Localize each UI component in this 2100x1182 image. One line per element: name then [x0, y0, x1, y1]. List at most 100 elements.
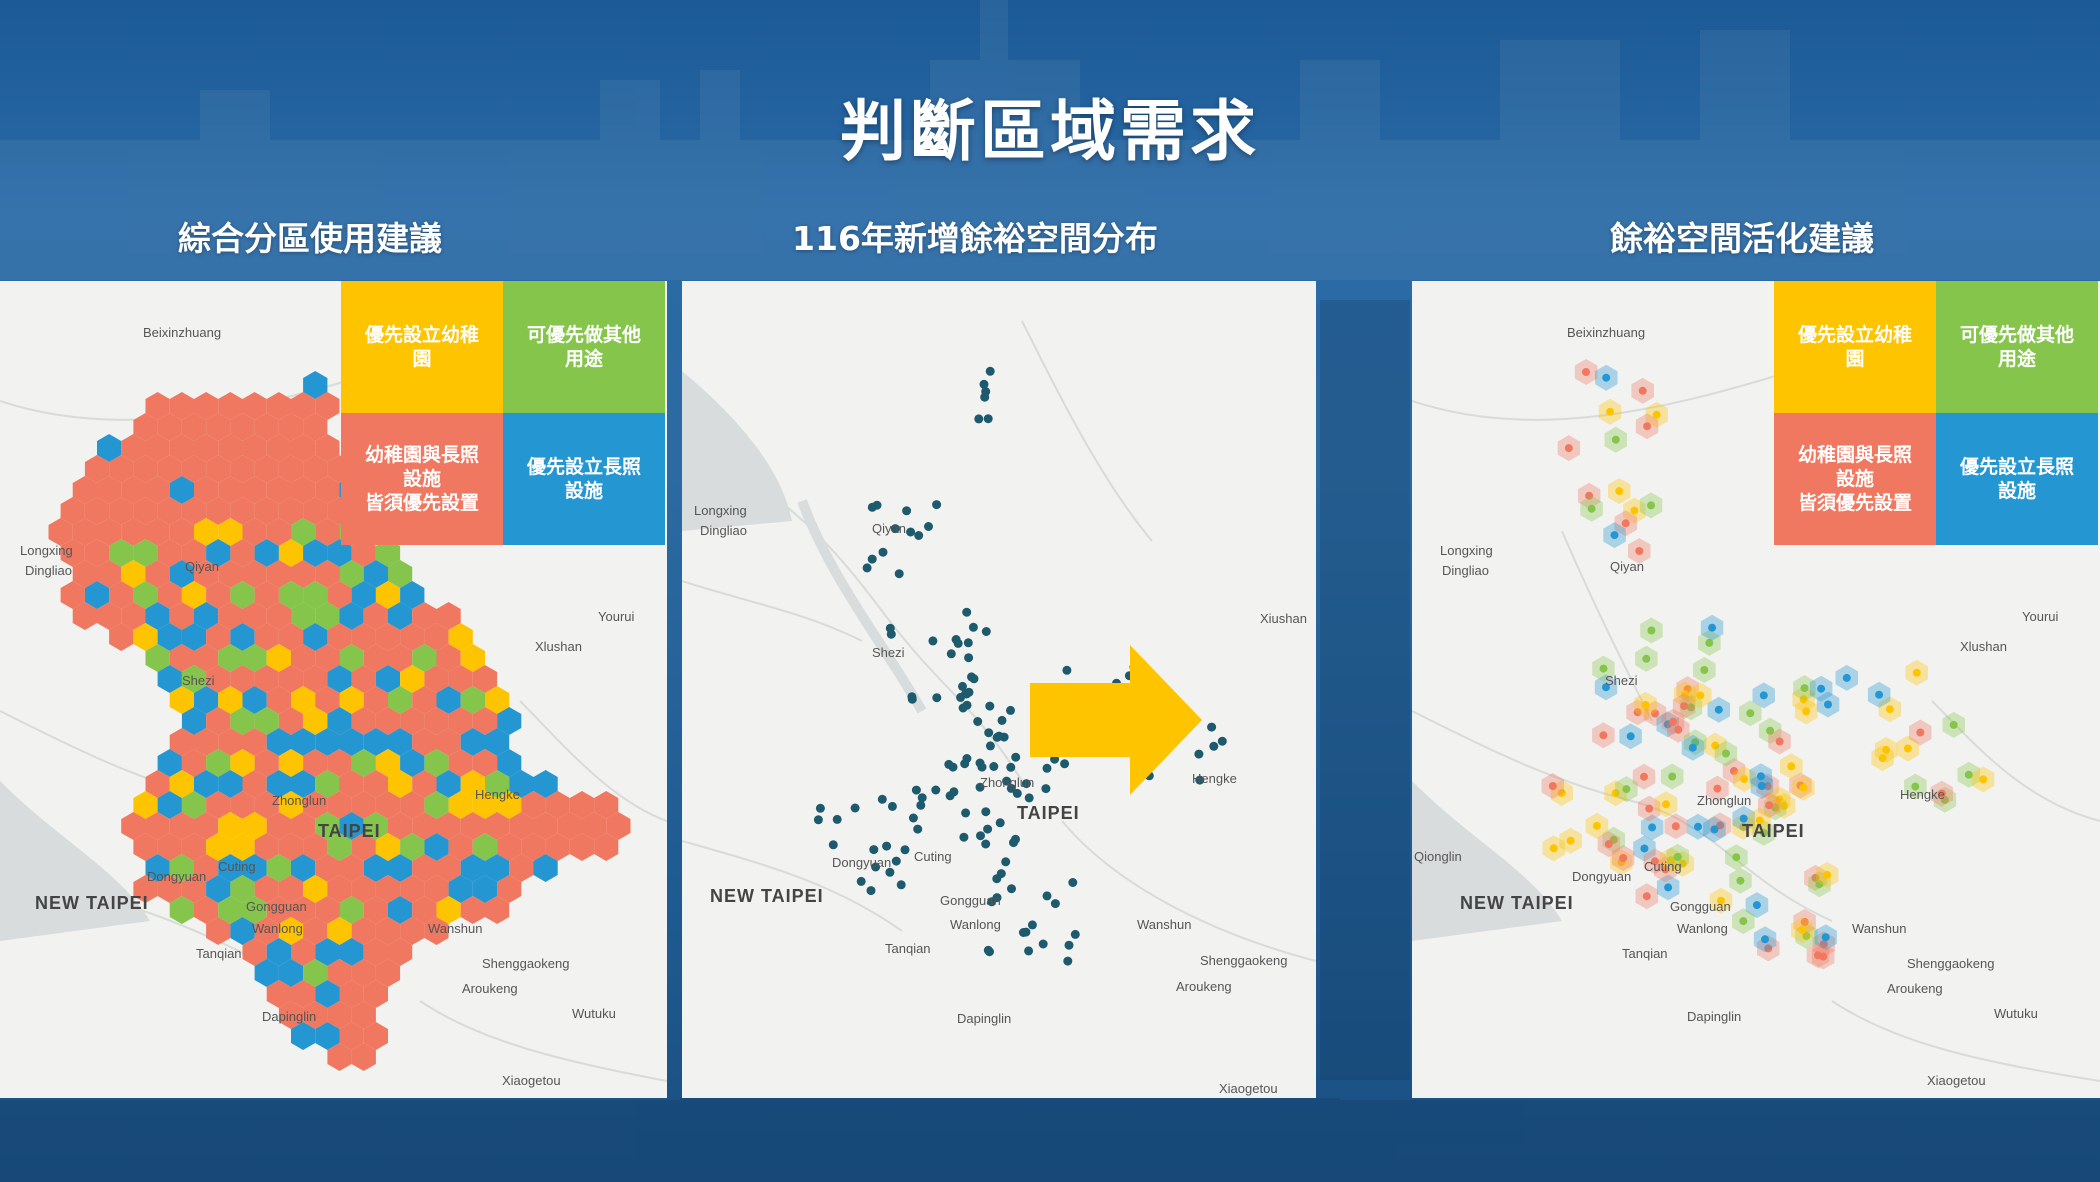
place-label: Cuting: [218, 859, 256, 874]
activation-dot: [1680, 702, 1689, 711]
place-label: Dongyuan: [1572, 869, 1632, 884]
activation-dot: [1732, 853, 1741, 862]
place-label: Wanlong: [950, 917, 1001, 932]
activation-dot: [1599, 731, 1608, 740]
activation-dot: [1964, 770, 1973, 779]
activation-dot: [1740, 775, 1749, 784]
activation-dot: [1799, 783, 1808, 792]
activation-dot: [1638, 386, 1647, 395]
vacant-space-dot: [886, 629, 896, 639]
place-label: Tanqian: [885, 941, 931, 956]
place-label-taipei: TAIPEI: [318, 821, 381, 841]
vacant-space-dot: [894, 569, 904, 579]
place-label: Hengke: [475, 787, 520, 802]
activation-dot: [1635, 547, 1644, 555]
activation-dot: [1592, 821, 1601, 830]
vacant-space-dot: [980, 392, 990, 402]
vacant-space-dot: [968, 622, 978, 632]
place-label: Dapinglin: [957, 1011, 1012, 1026]
vacant-space-dot: [931, 785, 941, 795]
vacant-space-dot: [984, 728, 994, 738]
vacant-space-dot: [944, 759, 954, 769]
activation-dot: [1611, 435, 1620, 444]
vacant-space-dot: [928, 636, 938, 646]
arrow-right-icon: [1030, 645, 1202, 795]
map-basemap: [682, 320, 1316, 966]
activation-dot: [1842, 673, 1851, 682]
activation-dot: [1587, 504, 1596, 513]
vacant-space-dot: [1050, 899, 1060, 909]
place-label: Aroukeng: [462, 981, 518, 996]
activation-dot: [1548, 782, 1557, 790]
vacant-space-dot: [882, 841, 892, 851]
legend-kindergarten: 優先設立幼稚 園: [341, 281, 503, 413]
activation-dot: [1582, 368, 1590, 376]
activation-dot: [1566, 836, 1575, 845]
vacant-space-dot: [1064, 940, 1074, 950]
activation-dot: [1775, 737, 1784, 746]
activation-dot: [1564, 444, 1573, 453]
activation-dot: [1979, 775, 1988, 784]
vacant-space-dot: [962, 607, 972, 617]
legend-long-term-care: 優先設立長照 設施: [503, 413, 665, 545]
vacant-space-dot: [1063, 956, 1073, 966]
activation-dot: [1630, 506, 1639, 515]
place-label: Gongguan: [246, 899, 307, 914]
activation-dot: [1610, 531, 1619, 540]
vacant-space-dot: [1217, 736, 1227, 746]
vacant-space-dot: [983, 414, 993, 424]
activation-dot: [1643, 422, 1652, 431]
vacant-space-dot: [976, 831, 985, 841]
legend-kindergarten: 優先設立幼稚 園: [1774, 281, 1936, 413]
place-label: Dongyuan: [147, 869, 207, 884]
activation-dot: [1787, 762, 1796, 771]
vacant-space-dot: [906, 527, 916, 537]
vacant-space-dot: [959, 832, 969, 842]
place-label: Wanshun: [428, 921, 483, 936]
activation-dot: [1761, 935, 1769, 944]
zoning-suggestion-map[interactable]: Beixinzhuang Longxing Dingliao Qiyan She…: [0, 281, 667, 1098]
place-label: Wanlong: [1677, 921, 1728, 936]
activation-dot: [1823, 870, 1832, 879]
panel-right-subtitle: 餘裕空間活化建議: [1610, 219, 1874, 258]
page-title: 判斷區域需求: [840, 93, 1260, 170]
place-label: Shezi: [182, 673, 215, 688]
vacant-space-dot: [1011, 834, 1020, 844]
activation-dot: [1800, 684, 1809, 693]
vacant-space-activation-map[interactable]: Beixinzhuang Longxing Dingliao Qiyan She…: [1412, 281, 2100, 1098]
vacant-space-dot: [908, 813, 918, 823]
vacant-space-dot: [907, 694, 917, 704]
place-label: Tanqian: [196, 946, 242, 961]
place-label: Shenggaokeng: [482, 956, 570, 971]
vacant-space-distribution-map[interactable]: Longxing Dingliao Qiyan Shezi Zhonglun T…: [682, 281, 1316, 1098]
activation-dot: [1640, 844, 1649, 853]
legend: 優先設立幼稚 園 可優先做其他 用途 幼稚園與長照 設施 皆須優先設置 優先設立…: [1774, 281, 2099, 546]
vacant-space-dot: [946, 649, 956, 659]
vacant-space-dot: [869, 845, 879, 855]
place-label: Shenggaokeng: [1907, 956, 1995, 971]
activation-dot: [1710, 825, 1719, 834]
activation-dot: [1821, 933, 1830, 942]
place-label: Longxing: [1440, 543, 1493, 558]
activation-dot: [1626, 732, 1635, 741]
vacant-space-dot: [1012, 788, 1022, 798]
vacant-space-dot: [973, 717, 983, 726]
activation-dot: [1746, 709, 1755, 718]
activation-dot: [1878, 754, 1887, 763]
activation-dot: [1647, 501, 1655, 510]
place-label: Xiaogetou: [1927, 1073, 1986, 1088]
vacant-space-dot: [967, 672, 976, 682]
vacant-space-dot: [963, 638, 973, 648]
place-label: Shezi: [1605, 673, 1638, 688]
place-label: Beixinzhuang: [1567, 325, 1646, 340]
place-label: Hengke: [1900, 787, 1945, 802]
vacant-space-dot: [924, 522, 933, 531]
place-label: Zhonglun: [980, 775, 1035, 790]
place-label: Gongguan: [1670, 899, 1731, 914]
vacant-space-dot: [902, 506, 912, 516]
vacant-space-dot: [983, 945, 993, 955]
vacant-space-dot: [989, 762, 999, 771]
activation-dot: [1549, 844, 1558, 853]
vacant-space-dot: [1011, 752, 1021, 762]
place-label: Wanlong: [252, 921, 303, 936]
